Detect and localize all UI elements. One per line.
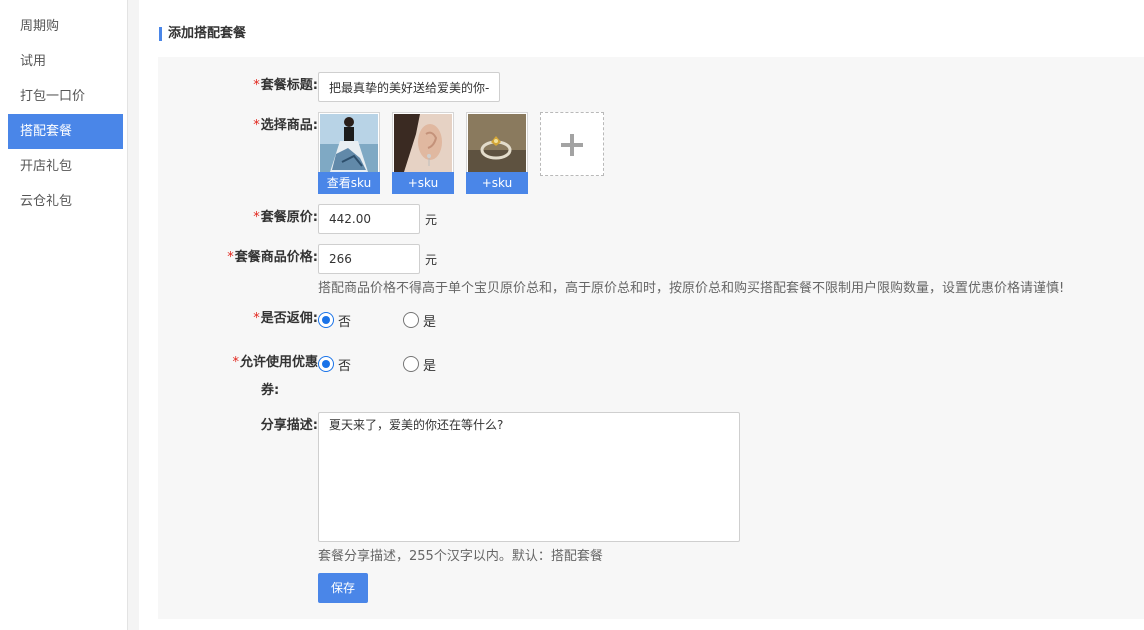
sidebar-menu: 周期购 试用 打包一口价 搭配套餐 开店礼包 云仓礼包 xyxy=(0,0,127,219)
product-image-woman[interactable] xyxy=(320,114,378,172)
coupon-label-line2: 券: xyxy=(261,383,280,398)
required-mark: * xyxy=(253,311,260,326)
required-mark: * xyxy=(253,210,260,225)
required-mark: * xyxy=(232,355,239,370)
package-price-hint: 搭配商品价格不得高于单个宝贝原价总和，高于原价总和时，按原价总和购买搭配套餐不限… xyxy=(318,281,1065,296)
sidebar-item-cloud-gift[interactable]: 云仓礼包 xyxy=(8,184,123,219)
sidebar-item-trial[interactable]: 试用 xyxy=(8,44,123,79)
main-content: 添加搭配套餐 *套餐标题: *选择商品: 查看sku xyxy=(139,0,1144,630)
add-product-plus-icon[interactable] xyxy=(540,112,604,176)
sidebar-item-shop-gift[interactable]: 开店礼包 xyxy=(8,149,123,184)
product-image-earring[interactable] xyxy=(394,114,452,172)
radio-circle[interactable] xyxy=(403,312,419,328)
radio-circle[interactable] xyxy=(318,312,334,328)
package-price-input[interactable] xyxy=(318,244,420,274)
product-card[interactable]: +sku xyxy=(392,112,454,194)
sidebar: 周期购 试用 打包一口价 搭配套餐 开店礼包 云仓礼包 xyxy=(0,0,128,630)
share-hint: 套餐分享描述，255个汉字以内。默认：搭配套餐 xyxy=(318,549,603,564)
products-label: *选择商品: xyxy=(253,118,318,133)
sidebar-divider xyxy=(128,0,139,630)
commission-label: *是否返佣: xyxy=(253,311,318,326)
radio-circle[interactable] xyxy=(403,356,419,372)
radio-circle[interactable] xyxy=(318,356,334,372)
package-price-label: *套餐商品价格: xyxy=(227,250,318,265)
sidebar-item-bundle-price[interactable]: 打包一口价 xyxy=(8,79,123,114)
coupon-radio-yes[interactable]: 是 xyxy=(403,355,436,374)
product-image-ring[interactable] xyxy=(468,114,526,172)
save-button[interactable]: 保存 xyxy=(318,573,368,603)
original-price-unit: 元 xyxy=(425,213,438,227)
sidebar-item-cycle-purchase[interactable]: 周期购 xyxy=(8,9,123,44)
commission-radio-no[interactable]: 否 xyxy=(318,311,351,330)
coupon-label: *允许使用优惠 xyxy=(232,355,318,370)
original-price-input[interactable] xyxy=(318,204,420,234)
section-title: 添加搭配套餐 xyxy=(159,26,246,42)
product-card[interactable]: +sku xyxy=(466,112,528,194)
add-sku-button[interactable]: +sku xyxy=(466,172,528,194)
title-input[interactable] xyxy=(318,72,500,102)
required-mark: * xyxy=(227,250,234,265)
package-price-unit: 元 xyxy=(425,253,438,267)
required-mark: * xyxy=(253,78,260,93)
share-textarea[interactable]: 夏天来了，爱美的你还在等什么? xyxy=(318,412,740,542)
form-panel: *套餐标题: *选择商品: 查看sku xyxy=(158,57,1144,619)
coupon-radio-no[interactable]: 否 xyxy=(318,355,351,374)
commission-radio-yes[interactable]: 是 xyxy=(403,311,436,330)
original-price-label: *套餐原价: xyxy=(253,210,318,225)
title-label: *套餐标题: xyxy=(253,78,318,93)
product-card[interactable]: 查看sku xyxy=(318,112,380,194)
add-sku-button[interactable]: +sku xyxy=(392,172,454,194)
view-sku-button[interactable]: 查看sku xyxy=(318,172,380,194)
sidebar-item-combo-package[interactable]: 搭配套餐 xyxy=(8,114,123,149)
required-mark: * xyxy=(253,118,260,133)
share-label: 分享描述: xyxy=(260,418,318,433)
